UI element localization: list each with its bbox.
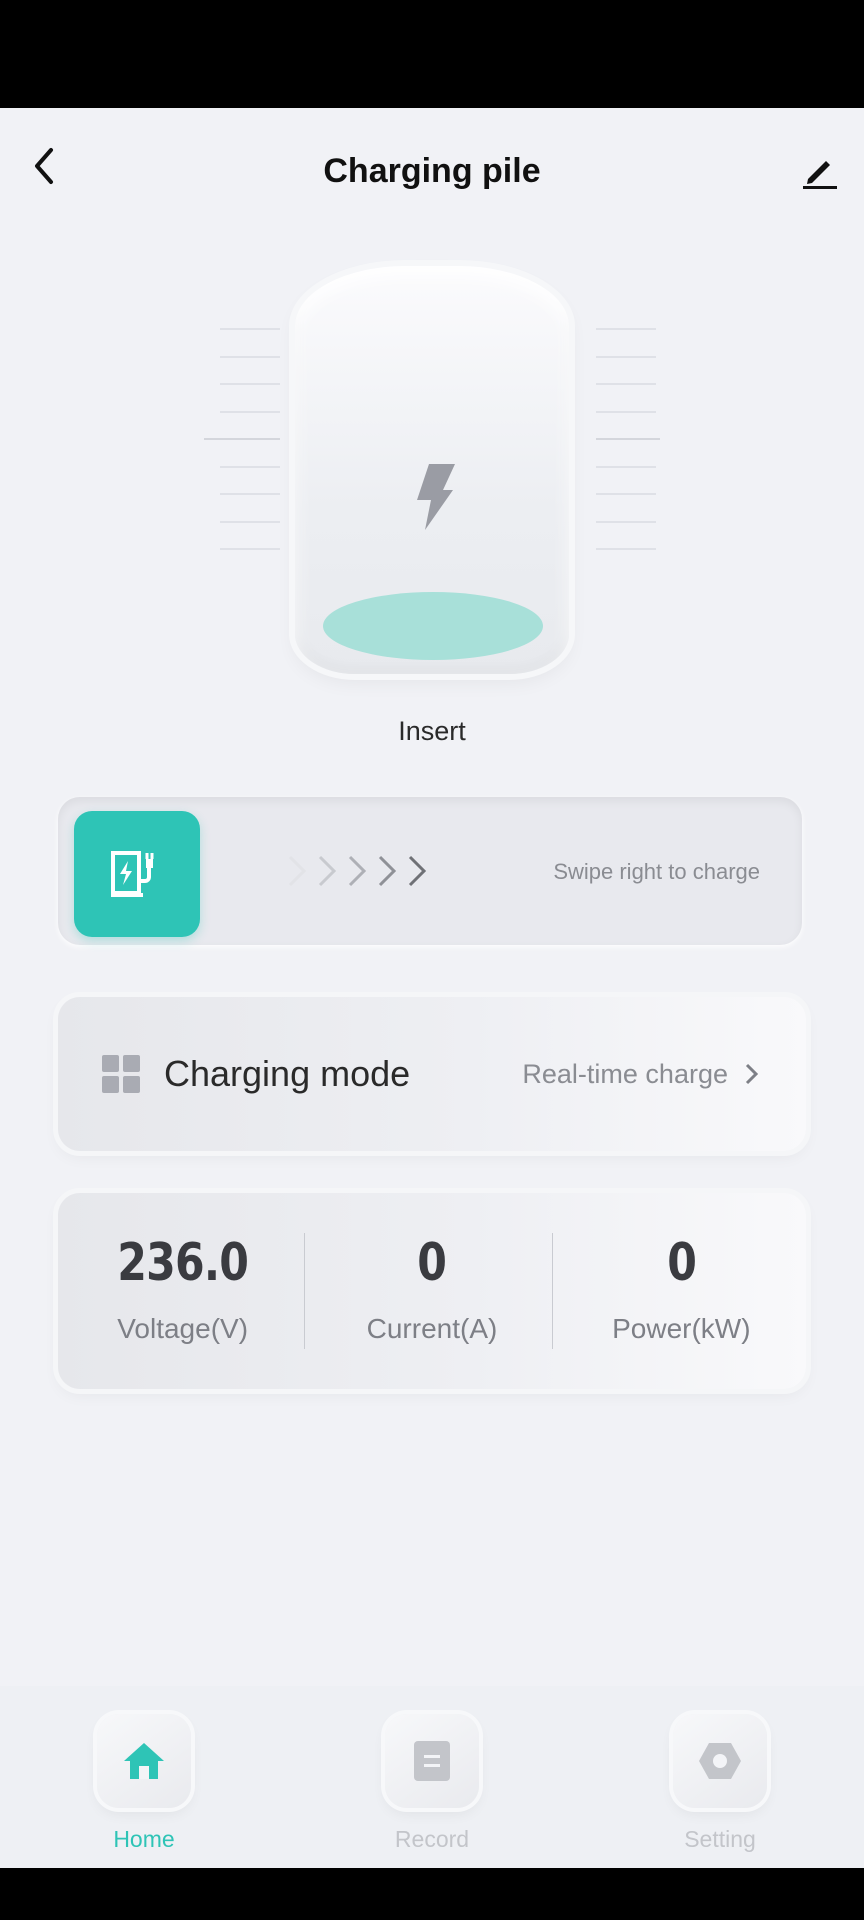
battery-capsule [295, 266, 569, 674]
nav-home[interactable]: Home [74, 1714, 214, 1853]
right-tick-scale [596, 328, 660, 576]
divider [552, 1233, 553, 1349]
current-metric: 0 Current(A) [307, 1193, 556, 1389]
chevrons-right-icon [288, 855, 427, 887]
charging-mode-value: Real-time charge [522, 1059, 728, 1089]
connection-status: Insert [398, 716, 466, 746]
power-label: Power(kW) [612, 1313, 751, 1344]
nav-setting[interactable]: Setting [650, 1714, 790, 1853]
nav-setting-label: Setting [684, 1826, 756, 1852]
swipe-handle[interactable] [74, 811, 200, 937]
status-bar [0, 0, 864, 108]
voltage-metric: 236.0 Voltage(V) [58, 1193, 307, 1389]
voltage-value: 236.0 [117, 1233, 249, 1293]
charging-mode-label: Charging mode [164, 1053, 411, 1094]
header: Charging pile [0, 108, 864, 228]
power-value: 0 [666, 1233, 697, 1293]
grid-icon [102, 1055, 140, 1093]
nav-record-label: Record [394, 1826, 470, 1852]
swipe-hint: Swipe right to charge [553, 859, 760, 884]
nav-record-button[interactable] [385, 1714, 479, 1808]
charging-mode-row[interactable]: Charging mode Real-time charge [58, 997, 806, 1151]
page-title: Charging pile [323, 152, 541, 190]
bottom-nav: Home Record Setting [0, 1686, 864, 1868]
setting-icon [699, 1743, 741, 1779]
record-icon [414, 1741, 450, 1781]
charger-visual [200, 258, 664, 678]
ev-charger-icon [111, 851, 154, 897]
voltage-label: Voltage(V) [117, 1313, 249, 1344]
home-icon [124, 1743, 164, 1779]
power-metric: 0 Power(kW) [557, 1193, 806, 1389]
nav-record[interactable]: Record [362, 1714, 502, 1853]
edit-pencil-icon [803, 161, 837, 189]
divider [304, 1233, 305, 1349]
nav-home-button[interactable] [97, 1714, 191, 1808]
current-value: 0 [417, 1233, 448, 1293]
left-tick-scale [204, 328, 280, 576]
chevron-right-icon [745, 1063, 759, 1085]
swipe-to-charge-slider[interactable]: Swipe right to charge [58, 797, 802, 945]
swipe-arrows [284, 853, 434, 889]
nav-setting-button[interactable] [673, 1714, 767, 1808]
lightning-bolt-icon [417, 464, 455, 530]
current-label: Current(A) [366, 1313, 498, 1344]
nav-home-label: Home [113, 1826, 175, 1852]
charge-level-liquid [323, 592, 543, 660]
system-nav-bar [0, 1868, 864, 1920]
metrics-card: 236.0 Voltage(V) 0 Current(A) 0 Power(kW… [58, 1193, 806, 1389]
edit-button[interactable] [794, 146, 844, 196]
